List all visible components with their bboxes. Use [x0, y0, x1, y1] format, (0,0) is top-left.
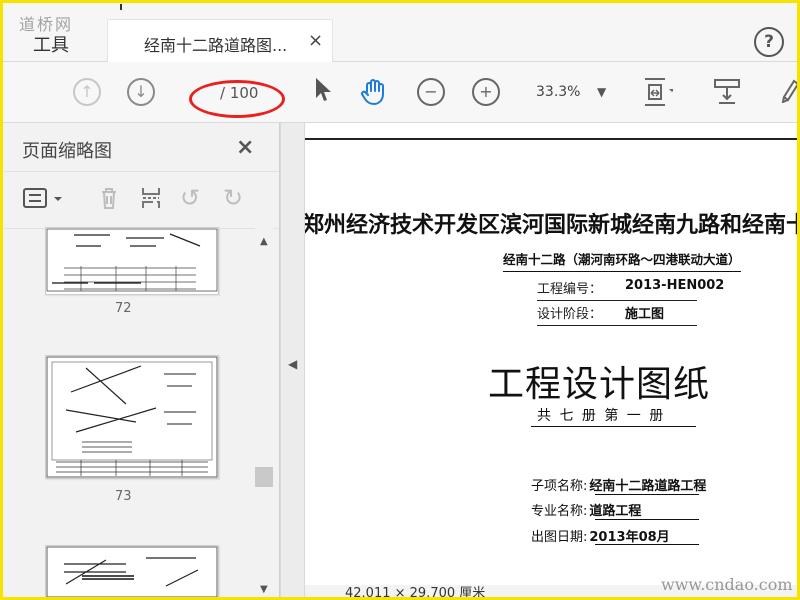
app-window: 道桥网 工具 经南十二路道路图... × ? ↑ ↓ / 100 − + 33.…: [0, 0, 800, 600]
page-number-input[interactable]: [198, 82, 220, 106]
previous-page-icon[interactable]: ↑: [73, 78, 101, 106]
watermark-bottom: www.cndao.com: [661, 575, 793, 594]
top-mark: [120, 4, 122, 10]
top-tab-bar: 工具 经南十二路道路图... × ?: [3, 3, 797, 62]
major-label: 专业名称:: [531, 504, 588, 519]
zoom-dropdown-icon[interactable]: ▼: [597, 85, 606, 99]
project-title: 郑州经济技术开发区滨河国际新城经南九路和经南十二路: [305, 213, 797, 238]
document-page: 郑州经济技术开发区滨河国际新城经南九路和经南十二路 经南十二路（潮河南环路～四港…: [305, 123, 797, 597]
zoom-out-icon[interactable]: −: [417, 78, 445, 106]
document-view[interactable]: 郑州经济技术开发区滨河国际新城经南九路和经南十二路 经南十二路（潮河南环路～四港…: [304, 123, 797, 597]
extract-page-icon[interactable]: [139, 186, 163, 214]
thumbnail-page-73[interactable]: [45, 355, 219, 479]
thumbnail-label-73: 73: [115, 489, 132, 504]
next-page-icon[interactable]: ↓: [127, 78, 155, 106]
delete-page-icon[interactable]: [97, 186, 121, 214]
date-value: 2013年08月: [589, 530, 670, 545]
thumbnail-scrollbar[interactable]: ▲ ▼: [255, 227, 273, 597]
subproject-underline: [595, 494, 699, 495]
design-stage-underline: [537, 325, 697, 326]
page-top-border: [305, 138, 797, 140]
page-fit-icon[interactable]: [643, 77, 675, 111]
scroll-handle[interactable]: [255, 467, 273, 487]
pen-icon[interactable]: [781, 77, 797, 107]
main-title: 工程设计图纸: [488, 364, 711, 405]
document-tab[interactable]: 经南十二路道路图... ×: [107, 19, 333, 62]
sidebar-close-icon[interactable]: ×: [236, 135, 254, 160]
project-code-underline: [537, 300, 697, 301]
thumbnail-sidebar: 页面缩略图 × ↺ ↻ 72 73 ▲ ▼: [3, 123, 280, 597]
watermark-top: 道桥网: [19, 15, 74, 34]
collapse-arrow-icon: ◀: [288, 357, 298, 371]
design-stage-label: 设计阶段：: [537, 307, 603, 322]
select-tool-icon[interactable]: [314, 77, 332, 107]
main-toolbar: ↑ ↓ / 100 − + 33.3% ▼: [3, 62, 797, 123]
thumbnail-list: 72 73: [3, 227, 279, 597]
zoom-level[interactable]: 33.3%: [536, 84, 580, 100]
project-code-label: 工程编号：: [537, 282, 603, 297]
volume-underline: [531, 426, 696, 427]
major-underline: [595, 519, 699, 520]
close-tab-button[interactable]: ×: [308, 30, 323, 51]
zoom-in-icon[interactable]: +: [472, 78, 500, 106]
road-subtitle: 经南十二路（潮河南环路～四港联动大道）: [503, 249, 741, 272]
thumbnail-options-icon[interactable]: [23, 186, 63, 214]
date-label: 出图日期:: [531, 530, 588, 545]
rotate-right-icon[interactable]: ↻: [223, 186, 243, 210]
rotate-left-icon[interactable]: ↺: [180, 186, 200, 210]
design-stage-value: 施工图: [625, 307, 665, 322]
scroll-up-icon[interactable]: ▲: [260, 236, 268, 247]
page-size-text: 42.011 × 29.700 厘米: [345, 586, 486, 597]
thumbnail-label-72: 72: [115, 301, 132, 316]
project-code-value: 2013-HEN002: [625, 278, 725, 293]
major-value: 道路工程: [589, 504, 642, 519]
hand-tool-icon[interactable]: [360, 77, 390, 111]
help-icon[interactable]: ?: [754, 27, 784, 57]
project-code-row: 工程编号： 2013-HEN002: [537, 278, 724, 301]
sidebar-collapse-handle[interactable]: ◀: [280, 123, 305, 597]
page-total: / 100: [220, 84, 259, 102]
thumbnail-page-74[interactable]: [45, 545, 219, 597]
subproject-label: 子项名称:: [531, 479, 588, 494]
subproject-value: 经南十二路道路工程: [589, 479, 707, 494]
sidebar-title: 页面缩略图: [22, 141, 112, 162]
major-row: 专业名称: 道路工程: [531, 500, 641, 519]
volume-info: 共 七 册 第 一 册: [537, 408, 666, 424]
sidebar-toolbar: ↺ ↻: [3, 171, 279, 229]
design-stage-row: 设计阶段： 施工图: [537, 303, 697, 326]
document-tab-title: 经南十二路道路图...: [144, 36, 288, 55]
subproject-row: 子项名称: 经南十二路道路工程: [531, 475, 706, 494]
date-underline: [595, 544, 699, 545]
read-mode-icon[interactable]: [713, 77, 743, 111]
scroll-down-icon[interactable]: ▼: [260, 584, 268, 595]
date-row: 出图日期: 2013年08月: [531, 526, 670, 545]
thumbnail-page-72[interactable]: [45, 227, 219, 295]
